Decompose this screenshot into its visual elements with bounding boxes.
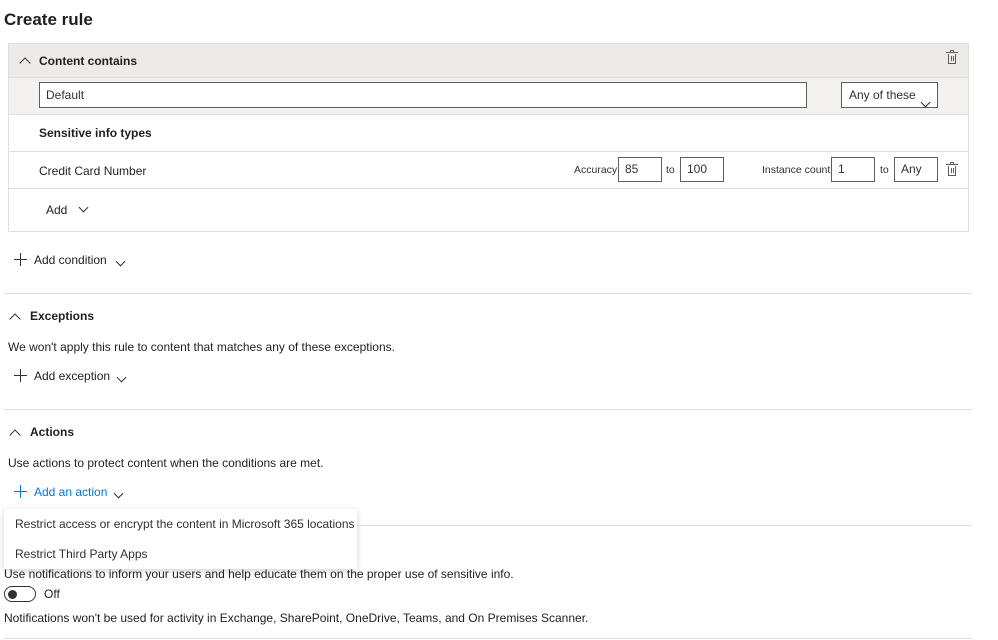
delete-item-icon[interactable]	[946, 162, 958, 176]
divider	[4, 638, 972, 639]
actions-collapse-icon[interactable]	[9, 428, 21, 442]
sit-name: Credit Card Number	[39, 164, 147, 178]
divider	[4, 409, 972, 410]
plus-icon	[14, 485, 27, 498]
content-contains-title: Content contains	[39, 54, 137, 68]
exceptions-collapse-icon[interactable]	[9, 312, 21, 326]
add-sit-label: Add	[46, 203, 68, 217]
to-label: to	[880, 164, 889, 176]
content-contains-header[interactable]: Content contains	[9, 44, 968, 78]
notifications-note: Notifications won't be used for activity…	[4, 611, 589, 625]
plus-icon	[14, 369, 27, 382]
menu-item-restrict-access[interactable]: Restrict access or encrypt the content i…	[4, 509, 357, 539]
add-action-menu: Restrict access or encrypt the content i…	[4, 509, 357, 569]
divider	[4, 293, 972, 294]
notifications-toggle[interactable]	[4, 586, 36, 602]
actions-title: Actions	[30, 425, 75, 439]
chevron-up-icon[interactable]	[19, 56, 31, 70]
content-contains-group: Content contains Default Any of these Se…	[8, 43, 969, 232]
to-label: to	[666, 164, 675, 176]
accuracy-min-input[interactable]: 85	[618, 157, 662, 182]
toggle-knob	[8, 589, 17, 599]
sensitive-info-types-header: Sensitive info types	[39, 126, 152, 140]
exceptions-title: Exceptions	[30, 309, 95, 323]
notifications-description: Use notifications to inform your users a…	[4, 567, 514, 581]
chevron-down-icon	[116, 370, 127, 384]
sensitive-info-types-row: Sensitive info types	[9, 115, 968, 152]
add-condition-label: Add condition	[34, 253, 107, 267]
toggle-state-label: Off	[44, 587, 60, 601]
chevron-down-icon	[920, 90, 931, 114]
group-name-input[interactable]: Default	[39, 82, 807, 108]
plus-icon	[14, 253, 27, 266]
add-exception-label: Add exception	[34, 369, 111, 383]
exceptions-description: We won't apply this rule to content that…	[8, 340, 395, 354]
chevron-down-icon	[113, 486, 124, 500]
chevron-down-icon	[78, 200, 89, 214]
accuracy-max-input[interactable]: 100	[680, 157, 724, 182]
instance-count-label: Instance count	[762, 164, 831, 176]
accuracy-label: Accuracy	[574, 164, 618, 176]
add-action-label: Add an action	[34, 485, 108, 499]
actions-description: Use actions to protect content when the …	[8, 456, 324, 470]
match-type-value: Any of these	[849, 88, 916, 102]
chevron-down-icon	[115, 254, 126, 268]
menu-item-restrict-third-party-apps[interactable]: Restrict Third Party Apps	[4, 539, 357, 569]
instance-max-input[interactable]: Any	[894, 157, 938, 182]
add-sit-button[interactable]: Add	[46, 200, 89, 217]
instance-min-input[interactable]: 1	[831, 157, 875, 182]
group-name-row: Default Any of these	[9, 78, 968, 115]
table-row: Credit Card Number Accuracy 85 to 100 In…	[9, 152, 968, 189]
match-type-select[interactable]: Any of these	[841, 82, 938, 108]
page-title: Create rule	[4, 10, 93, 29]
delete-group-icon[interactable]	[946, 50, 958, 64]
